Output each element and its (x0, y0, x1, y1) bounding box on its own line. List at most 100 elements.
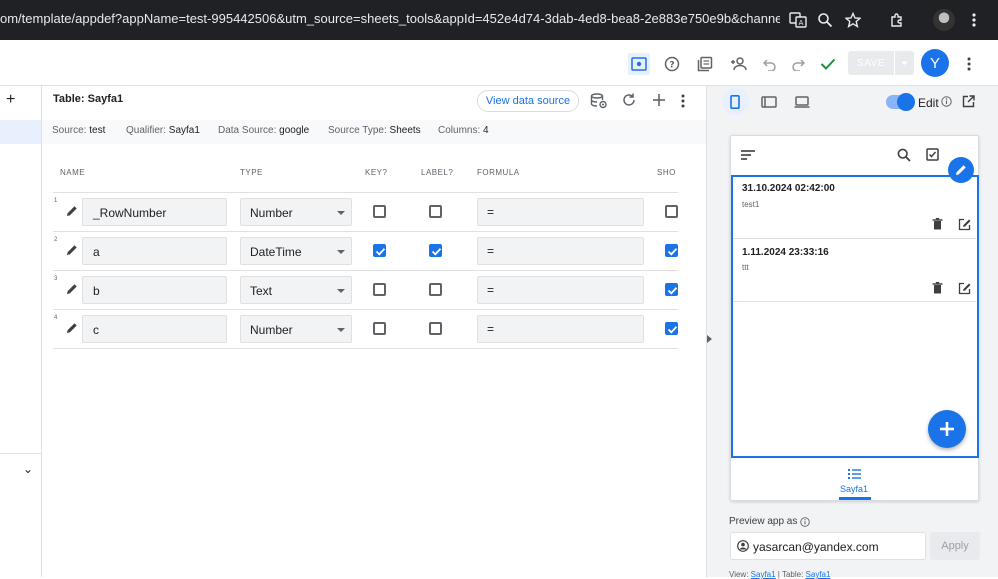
key-checkbox[interactable] (373, 205, 386, 218)
desktop-device-icon[interactable] (794, 96, 810, 108)
select-check-icon[interactable] (926, 148, 939, 161)
left-rail (0, 86, 42, 577)
card-subtitle: ttt (742, 263, 749, 272)
label-checkbox[interactable] (429, 322, 442, 335)
redo-icon[interactable] (787, 53, 809, 75)
meta-qualifier: Qualifier: Sayfa1 (126, 125, 200, 136)
column-name-field[interactable]: b (82, 276, 227, 304)
key-checkbox[interactable] (373, 244, 386, 257)
edit-mode-label: Edit (918, 96, 939, 110)
search-icon[interactable] (897, 148, 911, 162)
show-checkbox[interactable] (665, 322, 678, 335)
rail-selected-item[interactable] (0, 120, 41, 144)
edit-row-icon[interactable] (958, 218, 971, 231)
list-view-icon[interactable] (848, 468, 861, 480)
label-checkbox[interactable] (429, 205, 442, 218)
help-icon[interactable]: ? (661, 53, 683, 75)
edit-column-pencil-icon[interactable] (66, 322, 78, 334)
row-number: 1 (54, 198, 58, 204)
add-row-fab[interactable] (928, 410, 966, 448)
expand-arrow-icon[interactable] (707, 335, 712, 343)
card-title[interactable]: 1.11.2024 23:33:16 (742, 247, 829, 258)
delete-icon[interactable] (932, 218, 943, 230)
zoom-icon[interactable] (815, 10, 835, 30)
info-icon[interactable] (800, 517, 810, 527)
column-type-select[interactable]: Number (240, 315, 352, 343)
column-name-field[interactable]: c (82, 315, 227, 343)
open-in-new-icon[interactable] (962, 95, 975, 108)
saved-check-icon (817, 53, 839, 75)
dropdown-caret-icon (337, 250, 345, 254)
formula-field[interactable]: = (477, 237, 644, 265)
edit-row-icon[interactable] (958, 282, 971, 295)
edit-column-pencil-icon[interactable] (66, 244, 78, 256)
collapse-chevron-icon[interactable]: ⌄ (23, 462, 33, 476)
show-checkbox[interactable] (665, 283, 678, 296)
translate-icon[interactable]: A (788, 10, 808, 30)
preview-icon[interactable] (628, 53, 650, 75)
undo-icon[interactable] (759, 53, 781, 75)
table-meta-bar: Source: test Qualifier: Sayfa1 Data Sour… (42, 120, 706, 144)
label-checkbox[interactable] (429, 244, 442, 257)
nav-tab-sayfa1[interactable]: Sayfa1 (830, 484, 878, 494)
browser-profile-avatar[interactable] (933, 9, 955, 31)
browser-menu-icon[interactable] (964, 10, 984, 30)
show-checkbox[interactable] (665, 205, 678, 218)
tablet-device-icon[interactable] (761, 96, 777, 108)
panel-splitter[interactable] (706, 86, 716, 577)
row-number: 2 (54, 237, 58, 243)
save-button-label: SAVE (857, 57, 885, 69)
more-options-icon[interactable] (958, 53, 980, 75)
url-text[interactable]: om/template/appdef?appName=test-99544250… (0, 11, 780, 26)
dropdown-caret-icon (337, 289, 345, 293)
browser-address-bar: om/template/appdef?appName=test-99544250… (0, 0, 998, 40)
view-link[interactable]: Sayfa1 (751, 570, 776, 579)
table-link[interactable]: Sayfa1 (806, 570, 831, 579)
formula-field[interactable]: = (477, 315, 644, 343)
view-table-footer: View: Sayfa1 | Table: Sayfa1 (729, 570, 831, 579)
column-header-label: LABEL? (421, 168, 454, 177)
key-checkbox[interactable] (373, 322, 386, 335)
database-settings-icon[interactable] (590, 93, 608, 109)
apply-button[interactable]: Apply (930, 532, 980, 560)
extensions-icon[interactable] (887, 10, 907, 30)
edit-mode-toggle[interactable] (886, 93, 915, 111)
preview-email-field[interactable]: yasarcan@yandex.com (730, 532, 926, 560)
add-table-button[interactable]: + (6, 91, 15, 109)
library-icon[interactable] (694, 53, 716, 75)
add-column-icon[interactable] (652, 93, 666, 107)
show-checkbox[interactable] (665, 244, 678, 257)
view-data-source-button[interactable]: View data source (477, 90, 579, 112)
column-header-key: KEY? (365, 168, 388, 177)
table-more-icon[interactable] (681, 94, 685, 108)
info-icon[interactable] (941, 96, 952, 107)
meta-source-type: Source Type: Sheets (328, 125, 421, 136)
column-name-field[interactable]: a (82, 237, 227, 265)
column-type-select[interactable]: DateTime (240, 237, 352, 265)
meta-columns: Columns: 4 (438, 125, 489, 136)
svg-text:A: A (799, 19, 804, 27)
user-avatar[interactable]: Y (921, 49, 949, 77)
key-checkbox[interactable] (373, 283, 386, 296)
formula-field[interactable]: = (477, 198, 644, 226)
column-type-select[interactable]: Number (240, 198, 352, 226)
column-name-field[interactable]: _RowNumber (82, 198, 227, 226)
card-subtitle: test1 (742, 200, 760, 209)
save-dropdown-icon[interactable] (895, 51, 914, 75)
row-number: 4 (54, 315, 58, 321)
edit-view-fab-icon[interactable] (948, 157, 974, 183)
bookmark-star-icon[interactable] (843, 10, 863, 30)
card-title[interactable]: 31.10.2024 02:42:00 (742, 183, 835, 194)
phone-device-icon[interactable] (729, 95, 741, 109)
column-type-select[interactable]: Text (240, 276, 352, 304)
refresh-icon[interactable] (622, 93, 636, 107)
sort-menu-icon[interactable] (741, 150, 755, 160)
delete-icon[interactable] (932, 282, 943, 294)
edit-column-pencil-icon[interactable] (66, 205, 78, 217)
save-button[interactable]: SAVE (848, 51, 914, 75)
formula-field[interactable]: = (477, 276, 644, 304)
share-add-user-icon[interactable] (728, 53, 750, 75)
edit-column-pencil-icon[interactable] (66, 283, 78, 295)
row-number: 3 (54, 276, 58, 282)
label-checkbox[interactable] (429, 283, 442, 296)
